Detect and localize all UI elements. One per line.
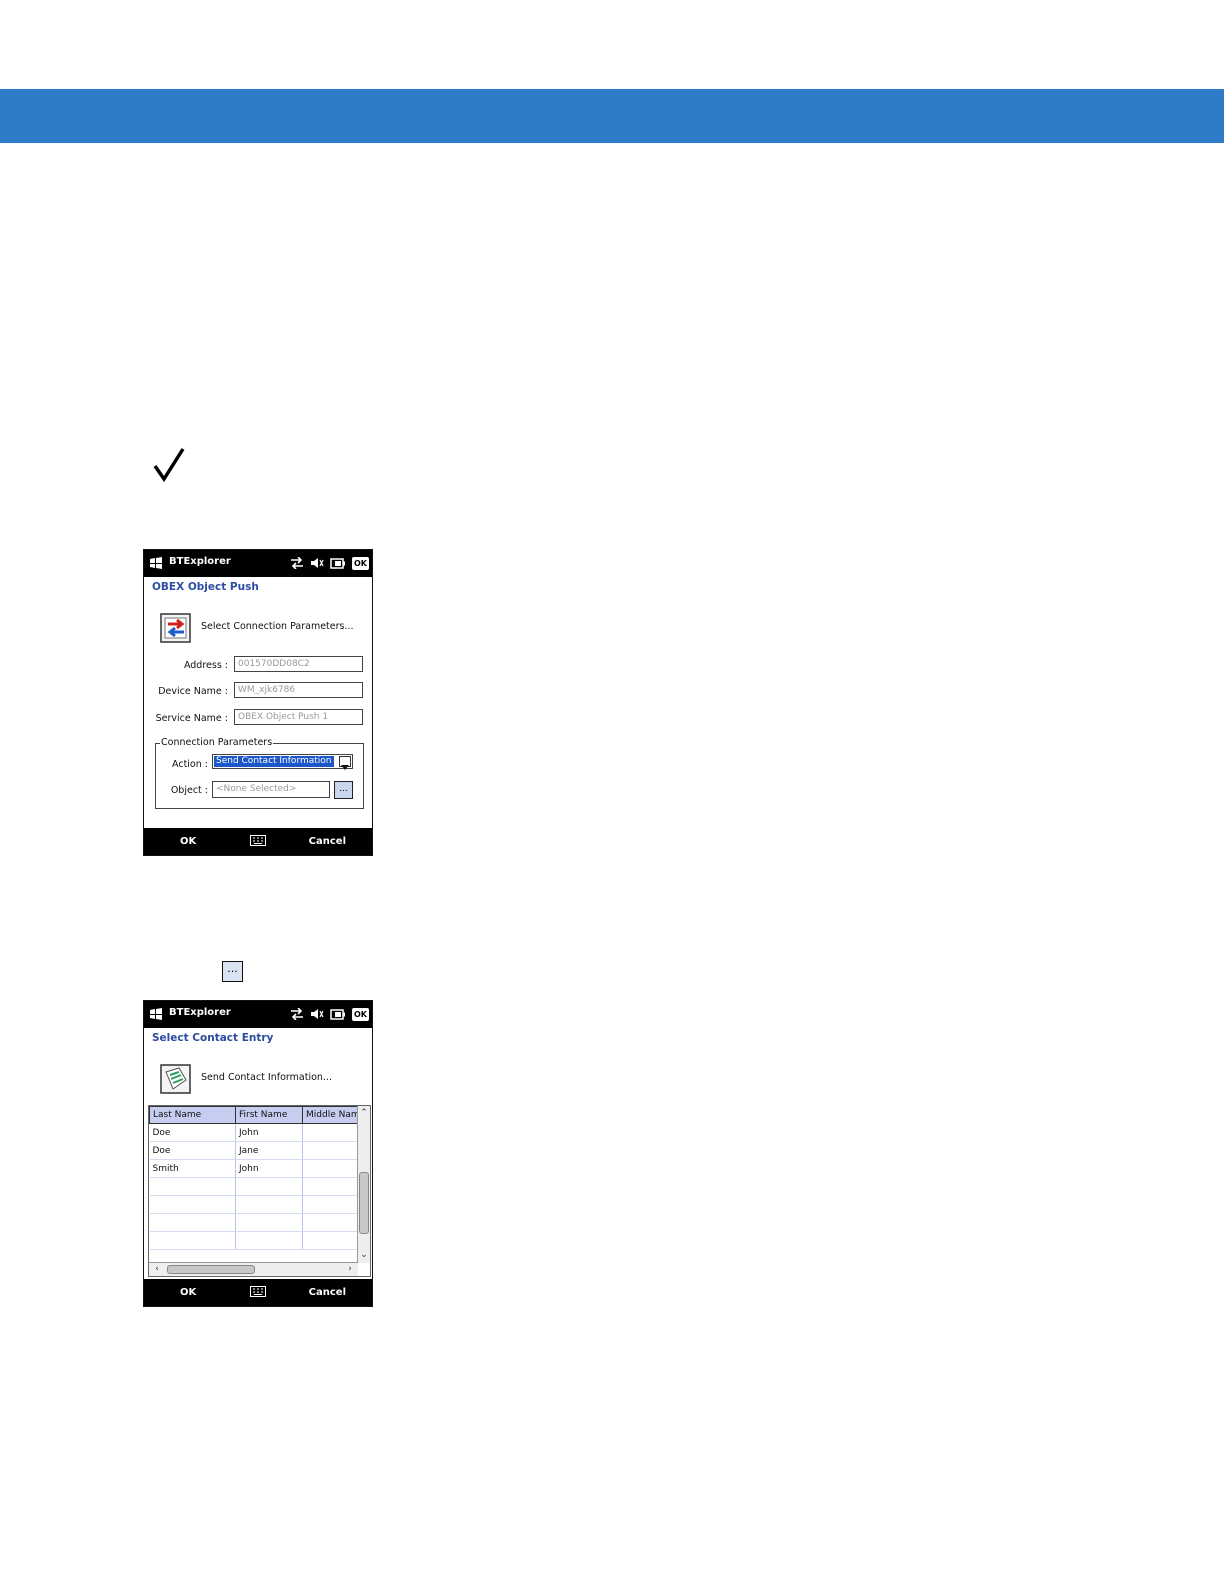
screen-title: OBEX Object Push bbox=[152, 581, 259, 593]
column-header-last-name[interactable]: Last Name bbox=[149, 1106, 236, 1124]
object-field[interactable]: <None Selected> bbox=[212, 781, 330, 798]
cancel-softkey[interactable]: Cancel bbox=[309, 1287, 346, 1298]
table-row[interactable]: Smith John bbox=[149, 1159, 363, 1178]
service-name-label: Service Name : bbox=[155, 713, 228, 724]
device-name-label: Device Name : bbox=[158, 686, 228, 697]
horizontal-scroll-thumb[interactable] bbox=[167, 1265, 255, 1274]
screen-title: Select Contact Entry bbox=[152, 1032, 274, 1044]
screenshot-select-contact-entry: BTExplorer OK Select Contact Entry Send … bbox=[143, 1000, 373, 1307]
cell-last-name: Doe bbox=[149, 1123, 236, 1142]
connectivity-icon[interactable] bbox=[290, 1008, 304, 1020]
check-icon bbox=[153, 448, 185, 483]
ok-title-button[interactable]: OK bbox=[352, 1007, 369, 1021]
group-legend: Connection Parameters bbox=[160, 737, 274, 748]
empty-row[interactable] bbox=[149, 1177, 363, 1196]
browse-button-reference: ... bbox=[222, 961, 243, 982]
screenshot-obex-object-push: BTExplorer OK OBEX Object Push Select Co… bbox=[143, 549, 373, 856]
battery-icon[interactable] bbox=[330, 557, 346, 569]
cell-last-name: Smith bbox=[149, 1159, 236, 1178]
cell-first-name: Jane bbox=[235, 1141, 303, 1160]
vertical-scrollbar[interactable]: ⌃ ⌄ bbox=[357, 1106, 370, 1263]
service-name-field[interactable]: OBEX Object Push 1 bbox=[234, 709, 363, 725]
cell-middle-name bbox=[302, 1123, 363, 1142]
scroll-down-icon[interactable]: ⌄ bbox=[358, 1249, 370, 1261]
soft-key-bar: OK Cancel bbox=[144, 828, 372, 855]
app-title: BTExplorer bbox=[169, 1007, 231, 1018]
cell-last-name: Doe bbox=[149, 1141, 236, 1160]
cancel-softkey[interactable]: Cancel bbox=[309, 836, 346, 847]
table-row[interactable]: Doe Jane bbox=[149, 1141, 363, 1160]
windows-flag-icon[interactable] bbox=[149, 1007, 163, 1021]
header-bar bbox=[0, 89, 1224, 143]
connection-parameters-group bbox=[155, 743, 364, 809]
ok-softkey[interactable]: OK bbox=[180, 836, 196, 847]
battery-icon[interactable] bbox=[330, 1008, 346, 1020]
app-title: BTExplorer bbox=[169, 556, 231, 567]
ok-title-button[interactable]: OK bbox=[352, 556, 369, 570]
volume-muted-icon[interactable] bbox=[310, 557, 324, 569]
vertical-scroll-thumb[interactable] bbox=[359, 1172, 369, 1234]
scroll-right-icon[interactable]: › bbox=[344, 1263, 356, 1275]
hint-text: Select Connection Parameters... bbox=[201, 621, 354, 632]
horizontal-scrollbar[interactable]: ‹ › bbox=[149, 1262, 358, 1276]
soft-key-bar: OK Cancel bbox=[144, 1279, 372, 1306]
action-label: Action : bbox=[172, 759, 208, 770]
status-bar: BTExplorer OK bbox=[144, 550, 372, 577]
obex-transfer-icon bbox=[160, 613, 191, 643]
empty-row[interactable] bbox=[149, 1231, 363, 1250]
column-header-middle-name[interactable]: Middle Nam bbox=[302, 1106, 363, 1124]
device-name-field[interactable]: WM_xjk6786 bbox=[234, 682, 363, 698]
empty-row[interactable] bbox=[149, 1213, 363, 1232]
cell-middle-name bbox=[302, 1159, 363, 1178]
keyboard-icon[interactable] bbox=[250, 835, 266, 846]
address-label: Address : bbox=[183, 660, 228, 671]
hint-text: Send Contact Information... bbox=[201, 1072, 332, 1083]
status-bar: BTExplorer OK bbox=[144, 1001, 372, 1028]
browse-button[interactable]: ... bbox=[334, 781, 353, 799]
action-select[interactable]: Send Contact Information bbox=[212, 754, 353, 770]
action-select-value: Send Contact Information bbox=[214, 756, 334, 767]
column-header-first-name[interactable]: First Name bbox=[235, 1106, 303, 1124]
contact-card-icon bbox=[160, 1064, 191, 1094]
keyboard-icon[interactable] bbox=[250, 1286, 266, 1297]
volume-muted-icon[interactable] bbox=[310, 1008, 324, 1020]
address-field[interactable]: 001570DD08C2 bbox=[234, 656, 363, 672]
chevron-down-icon[interactable] bbox=[339, 756, 351, 770]
connectivity-icon[interactable] bbox=[290, 557, 304, 569]
cell-first-name: John bbox=[235, 1159, 303, 1178]
object-label: Object : bbox=[170, 785, 208, 796]
windows-flag-icon[interactable] bbox=[149, 556, 163, 570]
scroll-left-icon[interactable]: ‹ bbox=[151, 1263, 163, 1275]
scroll-up-icon[interactable]: ⌃ bbox=[358, 1107, 370, 1119]
contact-grid: Last Name First Name Middle Nam Doe John… bbox=[148, 1105, 371, 1277]
cell-first-name: John bbox=[235, 1123, 303, 1142]
cell-middle-name bbox=[302, 1141, 363, 1160]
table-row[interactable]: Doe John bbox=[149, 1123, 363, 1142]
ok-softkey[interactable]: OK bbox=[180, 1287, 196, 1298]
empty-row[interactable] bbox=[149, 1195, 363, 1214]
